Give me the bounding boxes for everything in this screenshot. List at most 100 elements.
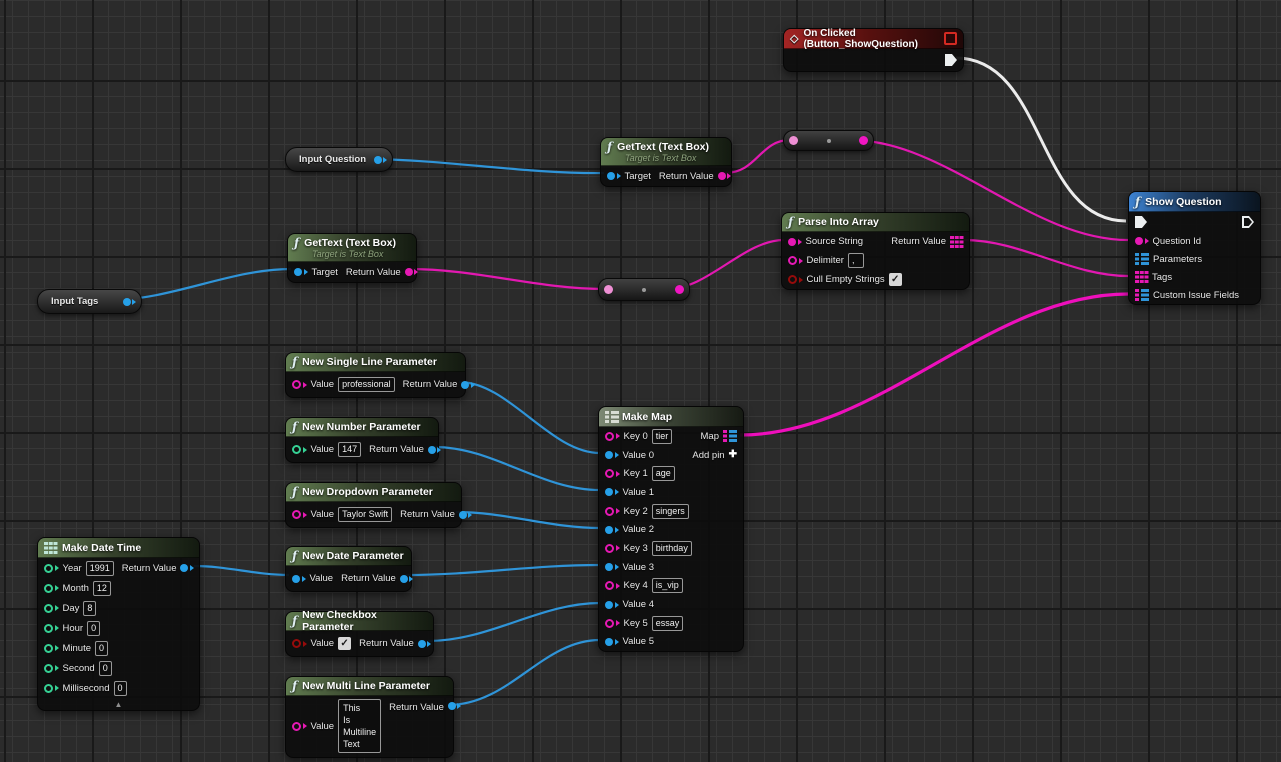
key-1-pin[interactable] bbox=[605, 469, 620, 478]
reroute-out-pin[interactable] bbox=[859, 136, 868, 145]
node-header[interactable]: ƒ New Single Line Parameter bbox=[286, 353, 465, 372]
source-string-pin[interactable] bbox=[788, 238, 802, 246]
key-3-pin[interactable] bbox=[605, 544, 620, 553]
custom-issue-fields-map-pin[interactable] bbox=[1135, 289, 1149, 301]
node-header[interactable]: Make Map bbox=[599, 407, 743, 427]
node-header[interactable]: ◇ On Clicked (Button_ShowQuestion) bbox=[784, 29, 963, 49]
node-gettext-tags[interactable]: ƒ GetText (Text Box) Target is Text Box … bbox=[287, 233, 417, 283]
key-0-field[interactable]: tier bbox=[652, 429, 673, 444]
value-pin[interactable] bbox=[292, 510, 307, 519]
node-variable-input-tags[interactable]: Input Tags bbox=[37, 289, 142, 314]
reroute-node-question[interactable] bbox=[783, 130, 874, 151]
return-value-pin[interactable] bbox=[459, 511, 473, 519]
node-new-multi-line-parameter[interactable]: ƒ New Multi Line Parameter Value This Is… bbox=[285, 676, 454, 758]
reroute-in-pin[interactable] bbox=[604, 285, 613, 294]
value-field[interactable]: Taylor Swift bbox=[338, 507, 392, 522]
value-multiline-field[interactable]: This Is Multiline Text bbox=[338, 699, 381, 753]
output-pin[interactable] bbox=[123, 298, 137, 306]
minute-field[interactable]: 0 bbox=[95, 641, 108, 656]
question-id-pin[interactable] bbox=[1135, 237, 1149, 245]
value-field[interactable]: professional bbox=[338, 377, 395, 392]
wire-exec-onclicked-to-showquestion[interactable] bbox=[956, 58, 1126, 221]
value-pin[interactable] bbox=[292, 445, 307, 454]
return-value-pin[interactable] bbox=[718, 172, 732, 180]
cull-empty-strings-checkbox[interactable]: ✓ bbox=[889, 273, 902, 286]
value-checkbox[interactable]: ✓ bbox=[338, 637, 351, 650]
node-new-date-parameter[interactable]: ƒ New Date Parameter Value Return Value bbox=[285, 546, 412, 592]
wire-gettext-question-to-reroute[interactable] bbox=[725, 140, 790, 173]
key-0-pin[interactable] bbox=[605, 432, 620, 441]
key-1-field[interactable]: age bbox=[652, 466, 675, 481]
value-1-pin[interactable] bbox=[605, 488, 619, 496]
value-5-pin[interactable] bbox=[605, 638, 619, 646]
return-value-pin[interactable] bbox=[461, 381, 475, 389]
collapse-node-button[interactable]: ▲ bbox=[38, 698, 199, 710]
return-value-pin[interactable] bbox=[405, 268, 419, 276]
map-output-pin[interactable] bbox=[723, 430, 737, 442]
node-on-clicked-event[interactable]: ◇ On Clicked (Button_ShowQuestion) bbox=[783, 28, 964, 72]
value-pin[interactable] bbox=[292, 575, 306, 583]
return-value-pin[interactable] bbox=[400, 575, 414, 583]
node-parse-into-array[interactable]: ƒ Parse Into Array Source String Return … bbox=[781, 212, 970, 290]
node-new-checkbox-parameter[interactable]: ƒ New Checkbox Parameter Value ✓ Return … bbox=[285, 611, 434, 657]
node-header[interactable]: ƒ New Number Parameter bbox=[286, 418, 438, 437]
key-2-pin[interactable] bbox=[605, 507, 620, 516]
node-make-date-time[interactable]: Make Date Time Year 1991 Return Value Mo… bbox=[37, 537, 200, 711]
node-header[interactable]: ƒ New Checkbox Parameter bbox=[286, 612, 433, 631]
node-make-map[interactable]: Make Map Key 0 tier Map Value 0 Add pin … bbox=[598, 406, 744, 652]
node-header[interactable]: Make Date Time bbox=[38, 538, 199, 558]
node-header[interactable]: ƒ New Dropdown Parameter bbox=[286, 483, 461, 502]
node-header[interactable]: ƒ GetText (Text Box) Target is Text Box bbox=[288, 234, 416, 262]
key-4-field[interactable]: is_vip bbox=[652, 578, 683, 593]
wire-date-to-value3[interactable] bbox=[406, 565, 600, 575]
value-field[interactable]: 147 bbox=[338, 442, 361, 457]
target-pin[interactable] bbox=[294, 268, 308, 276]
month-pin[interactable] bbox=[44, 584, 59, 593]
add-pin-button[interactable]: Add pin ✚ bbox=[692, 450, 737, 461]
tags-array-pin[interactable] bbox=[1135, 271, 1148, 283]
year-field[interactable]: 1991 bbox=[86, 561, 114, 576]
key-5-pin[interactable] bbox=[605, 619, 620, 628]
wire-dropdown-to-value2[interactable] bbox=[456, 512, 600, 528]
target-pin[interactable] bbox=[607, 172, 621, 180]
node-new-single-line-parameter[interactable]: ƒ New Single Line Parameter Value profes… bbox=[285, 352, 466, 398]
return-value-pin[interactable] bbox=[418, 640, 432, 648]
node-header[interactable]: ƒ Parse Into Array bbox=[782, 213, 969, 232]
millisecond-field[interactable]: 0 bbox=[114, 681, 127, 696]
hour-pin[interactable] bbox=[44, 624, 59, 633]
hour-field[interactable]: 0 bbox=[87, 621, 100, 636]
node-header[interactable]: ƒ Show Question bbox=[1129, 192, 1260, 212]
year-pin[interactable] bbox=[44, 564, 59, 573]
minute-pin[interactable] bbox=[44, 644, 59, 653]
node-header[interactable]: ƒ New Date Parameter bbox=[286, 547, 411, 566]
node-variable-input-question[interactable]: Input Question bbox=[285, 147, 393, 172]
wire-parsearray-to-tags[interactable] bbox=[964, 240, 1128, 276]
key-5-field[interactable]: essay bbox=[652, 616, 684, 631]
exec-in-pin[interactable] bbox=[1135, 216, 1147, 228]
wire-gettext-tags-to-reroute[interactable] bbox=[409, 269, 605, 289]
second-pin[interactable] bbox=[44, 664, 59, 673]
value-pin[interactable] bbox=[292, 639, 307, 648]
month-field[interactable]: 12 bbox=[93, 581, 111, 596]
key-4-pin[interactable] bbox=[605, 581, 620, 590]
return-value-array-pin[interactable] bbox=[950, 236, 963, 248]
wire-makemap-to-customissuefields[interactable] bbox=[740, 294, 1128, 435]
delimiter-pin[interactable] bbox=[788, 256, 803, 265]
wire-checkbox-to-value4[interactable] bbox=[428, 603, 600, 641]
return-value-pin[interactable] bbox=[180, 564, 194, 572]
second-field[interactable]: 0 bbox=[99, 661, 112, 676]
exec-out-pin[interactable] bbox=[1242, 216, 1254, 228]
value-3-pin[interactable] bbox=[605, 563, 619, 571]
value-pin[interactable] bbox=[292, 722, 307, 731]
key-2-field[interactable]: singers bbox=[652, 504, 689, 519]
exec-out-pin[interactable] bbox=[945, 54, 957, 66]
day-field[interactable]: 8 bbox=[83, 601, 96, 616]
wire-makedatetime-to-datevalue[interactable] bbox=[194, 566, 289, 575]
node-gettext-question[interactable]: ƒ GetText (Text Box) Target is Text Box … bbox=[600, 137, 732, 187]
value-4-pin[interactable] bbox=[605, 601, 619, 609]
value-2-pin[interactable] bbox=[605, 526, 619, 534]
node-header[interactable]: ƒ GetText (Text Box) Target is Text Box bbox=[601, 138, 731, 166]
output-pin[interactable] bbox=[374, 156, 388, 164]
reroute-in-pin[interactable] bbox=[789, 136, 798, 145]
value-pin[interactable] bbox=[292, 380, 307, 389]
